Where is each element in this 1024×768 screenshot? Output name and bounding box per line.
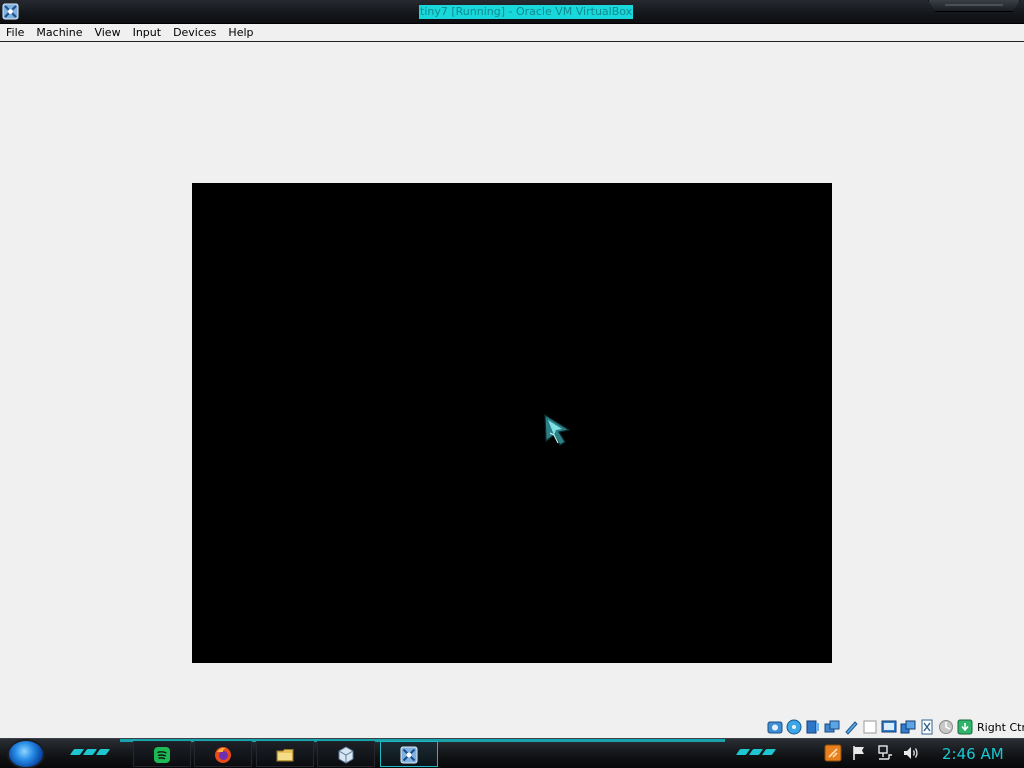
spotify-icon: [154, 747, 170, 763]
vm-status-bar: Right Ctrl: [0, 717, 1024, 738]
vm-screen[interactable]: [192, 183, 832, 663]
display-icon[interactable]: [881, 719, 897, 735]
volume-icon[interactable]: [902, 744, 920, 762]
menu-machine[interactable]: Machine: [30, 24, 88, 42]
hard-disk-icon[interactable]: [767, 719, 783, 735]
taskbar-app-file-explorer[interactable]: [256, 741, 314, 767]
menu-view[interactable]: View: [88, 24, 126, 42]
taskbar-app-firefox[interactable]: [194, 741, 252, 767]
firefox-icon: [215, 747, 231, 763]
window-title: tiny7 [Running] - Oracle VM VirtualBox: [419, 5, 634, 19]
action-center-flag-icon[interactable]: [850, 744, 868, 762]
shared-folders-icon[interactable]: [862, 719, 878, 735]
virtualbox-manager-icon: [338, 746, 354, 764]
video-capture-icon[interactable]: [900, 719, 916, 735]
virtualbox-vm-icon: [400, 746, 418, 764]
window-controls[interactable]: [928, 0, 1020, 12]
taskbar-decoration-left: [69, 749, 111, 757]
menu-devices[interactable]: Devices: [167, 24, 222, 42]
mouse-integration-icon[interactable]: [938, 719, 954, 735]
taskbar-decoration-right: [735, 749, 777, 757]
system-tray: [824, 744, 920, 762]
virtualbox-app-icon[interactable]: [2, 3, 19, 20]
taskbar: 2:46 AM: [0, 738, 1024, 768]
processor-icon[interactable]: [919, 719, 935, 735]
file-explorer-icon: [276, 749, 294, 762]
keyboard-capture-icon[interactable]: [957, 719, 973, 735]
network-icon[interactable]: [824, 719, 840, 735]
taskbar-app-spotify[interactable]: [133, 741, 191, 767]
taskbar-clock[interactable]: 2:46 AM: [942, 745, 1004, 763]
menu-file[interactable]: File: [0, 24, 30, 42]
taskbar-app-virtualbox-manager[interactable]: [317, 741, 375, 767]
network-icon[interactable]: [876, 744, 894, 762]
update-icon[interactable]: [824, 744, 842, 762]
vm-display-area: [0, 43, 1024, 717]
menu-bar: File Machine View Input Devices Help: [0, 24, 1024, 42]
audio-icon[interactable]: [805, 719, 821, 735]
mouse-pointer-icon: [544, 413, 571, 446]
window-titlebar[interactable]: tiny7 [Running] - Oracle VM VirtualBox: [0, 0, 1024, 24]
start-button[interactable]: [7, 739, 45, 768]
taskbar-app-virtualbox-vm[interactable]: [380, 741, 438, 767]
menu-help[interactable]: Help: [222, 24, 259, 42]
optical-drive-icon[interactable]: [786, 719, 802, 735]
menu-input[interactable]: Input: [127, 24, 167, 42]
host-key-label: Right Ctrl: [977, 721, 1024, 734]
usb-icon[interactable]: [843, 719, 859, 735]
